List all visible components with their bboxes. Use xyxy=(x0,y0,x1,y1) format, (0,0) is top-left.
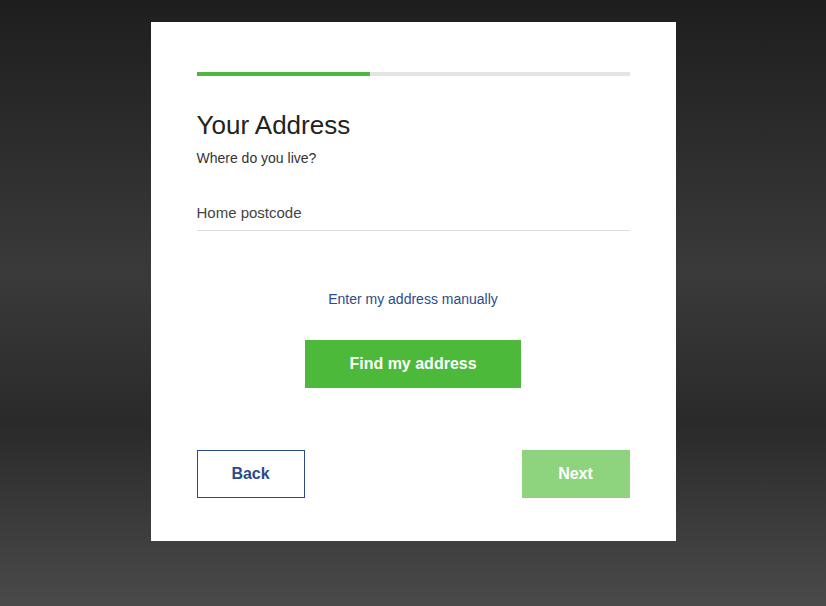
nav-buttons: Back Next xyxy=(197,450,630,498)
postcode-field[interactable] xyxy=(197,198,630,231)
address-card: Your Address Where do you live? Enter my a… xyxy=(151,22,676,541)
title: Your Address xyxy=(197,110,630,141)
back-button[interactable]: Back xyxy=(197,450,305,498)
next-button[interactable]: Next xyxy=(522,450,630,498)
progress-bar xyxy=(197,72,630,76)
find-address-button[interactable]: Find my address xyxy=(305,340,521,388)
background-photo: Your Address Where do you live? Enter my a… xyxy=(0,0,826,606)
subtitle: Where do you live? xyxy=(197,150,630,167)
progress-fill xyxy=(197,72,370,76)
manual-address-link[interactable]: Enter my address manually xyxy=(328,291,498,308)
